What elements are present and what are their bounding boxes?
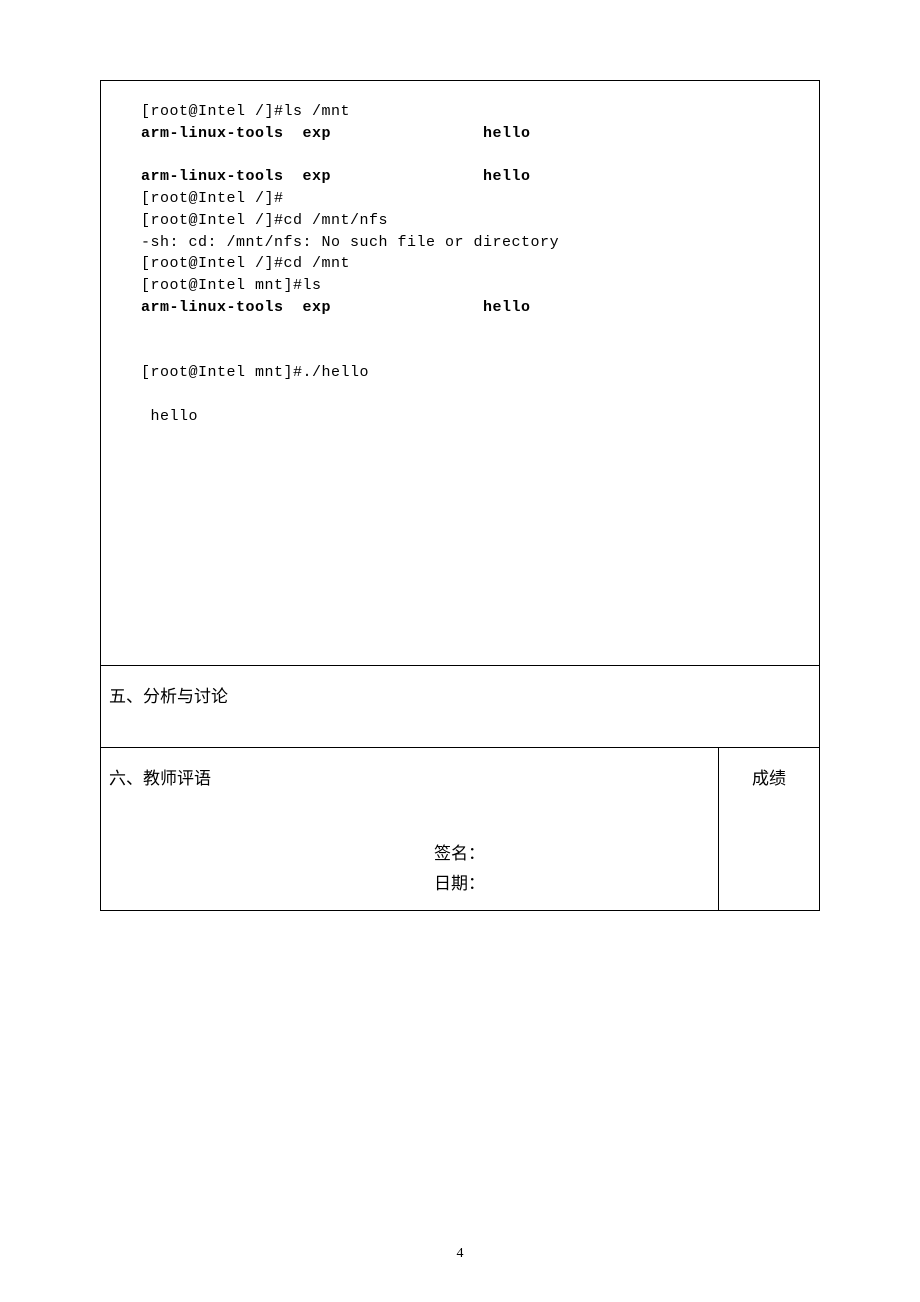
term-line: arm-linux-tools exp — [141, 125, 331, 142]
term-line: arm-linux-tools exp — [141, 168, 331, 185]
term-line: [root@Intel mnt]#ls — [141, 277, 322, 294]
term-line: arm-linux-tools exp — [141, 299, 331, 316]
signature-label: 签名： — [209, 839, 710, 870]
evaluation-left: 六、教师评语 签名： 日期： — [101, 748, 718, 910]
signature-block: 签名： 日期： — [109, 839, 710, 900]
term-line: [root@Intel /]#cd /mnt/nfs — [141, 212, 388, 229]
section-5-title: 五、分析与讨论 — [109, 687, 228, 706]
term-line: [root@Intel mnt]#./hello — [141, 364, 369, 381]
term-line: -sh: cd: /mnt/nfs: No such file or direc… — [141, 234, 559, 251]
term-line: hello — [331, 168, 531, 185]
grade-cell: 成绩 — [718, 748, 819, 910]
page-number: 4 — [0, 1246, 920, 1262]
terminal-output: [root@Intel /]#ls /mnt arm-linux-tools e… — [101, 81, 819, 665]
term-line: [root@Intel /]#ls /mnt — [141, 103, 350, 120]
content-box: [root@Intel /]#ls /mnt arm-linux-tools e… — [100, 80, 820, 911]
term-line: hello — [141, 408, 198, 425]
term-line: [root@Intel /]#cd /mnt — [141, 255, 350, 272]
section-analysis: 五、分析与讨论 — [101, 665, 819, 747]
section-evaluation-row: 六、教师评语 签名： 日期： 成绩 — [101, 747, 819, 911]
term-line: [root@Intel /]# — [141, 190, 284, 207]
grade-label: 成绩 — [752, 764, 786, 789]
term-line: hello — [331, 299, 531, 316]
date-label: 日期： — [209, 869, 710, 900]
term-line: hello — [331, 125, 531, 142]
section-6-title: 六、教师评语 — [109, 764, 710, 789]
page: [root@Intel /]#ls /mnt arm-linux-tools e… — [0, 0, 920, 1302]
